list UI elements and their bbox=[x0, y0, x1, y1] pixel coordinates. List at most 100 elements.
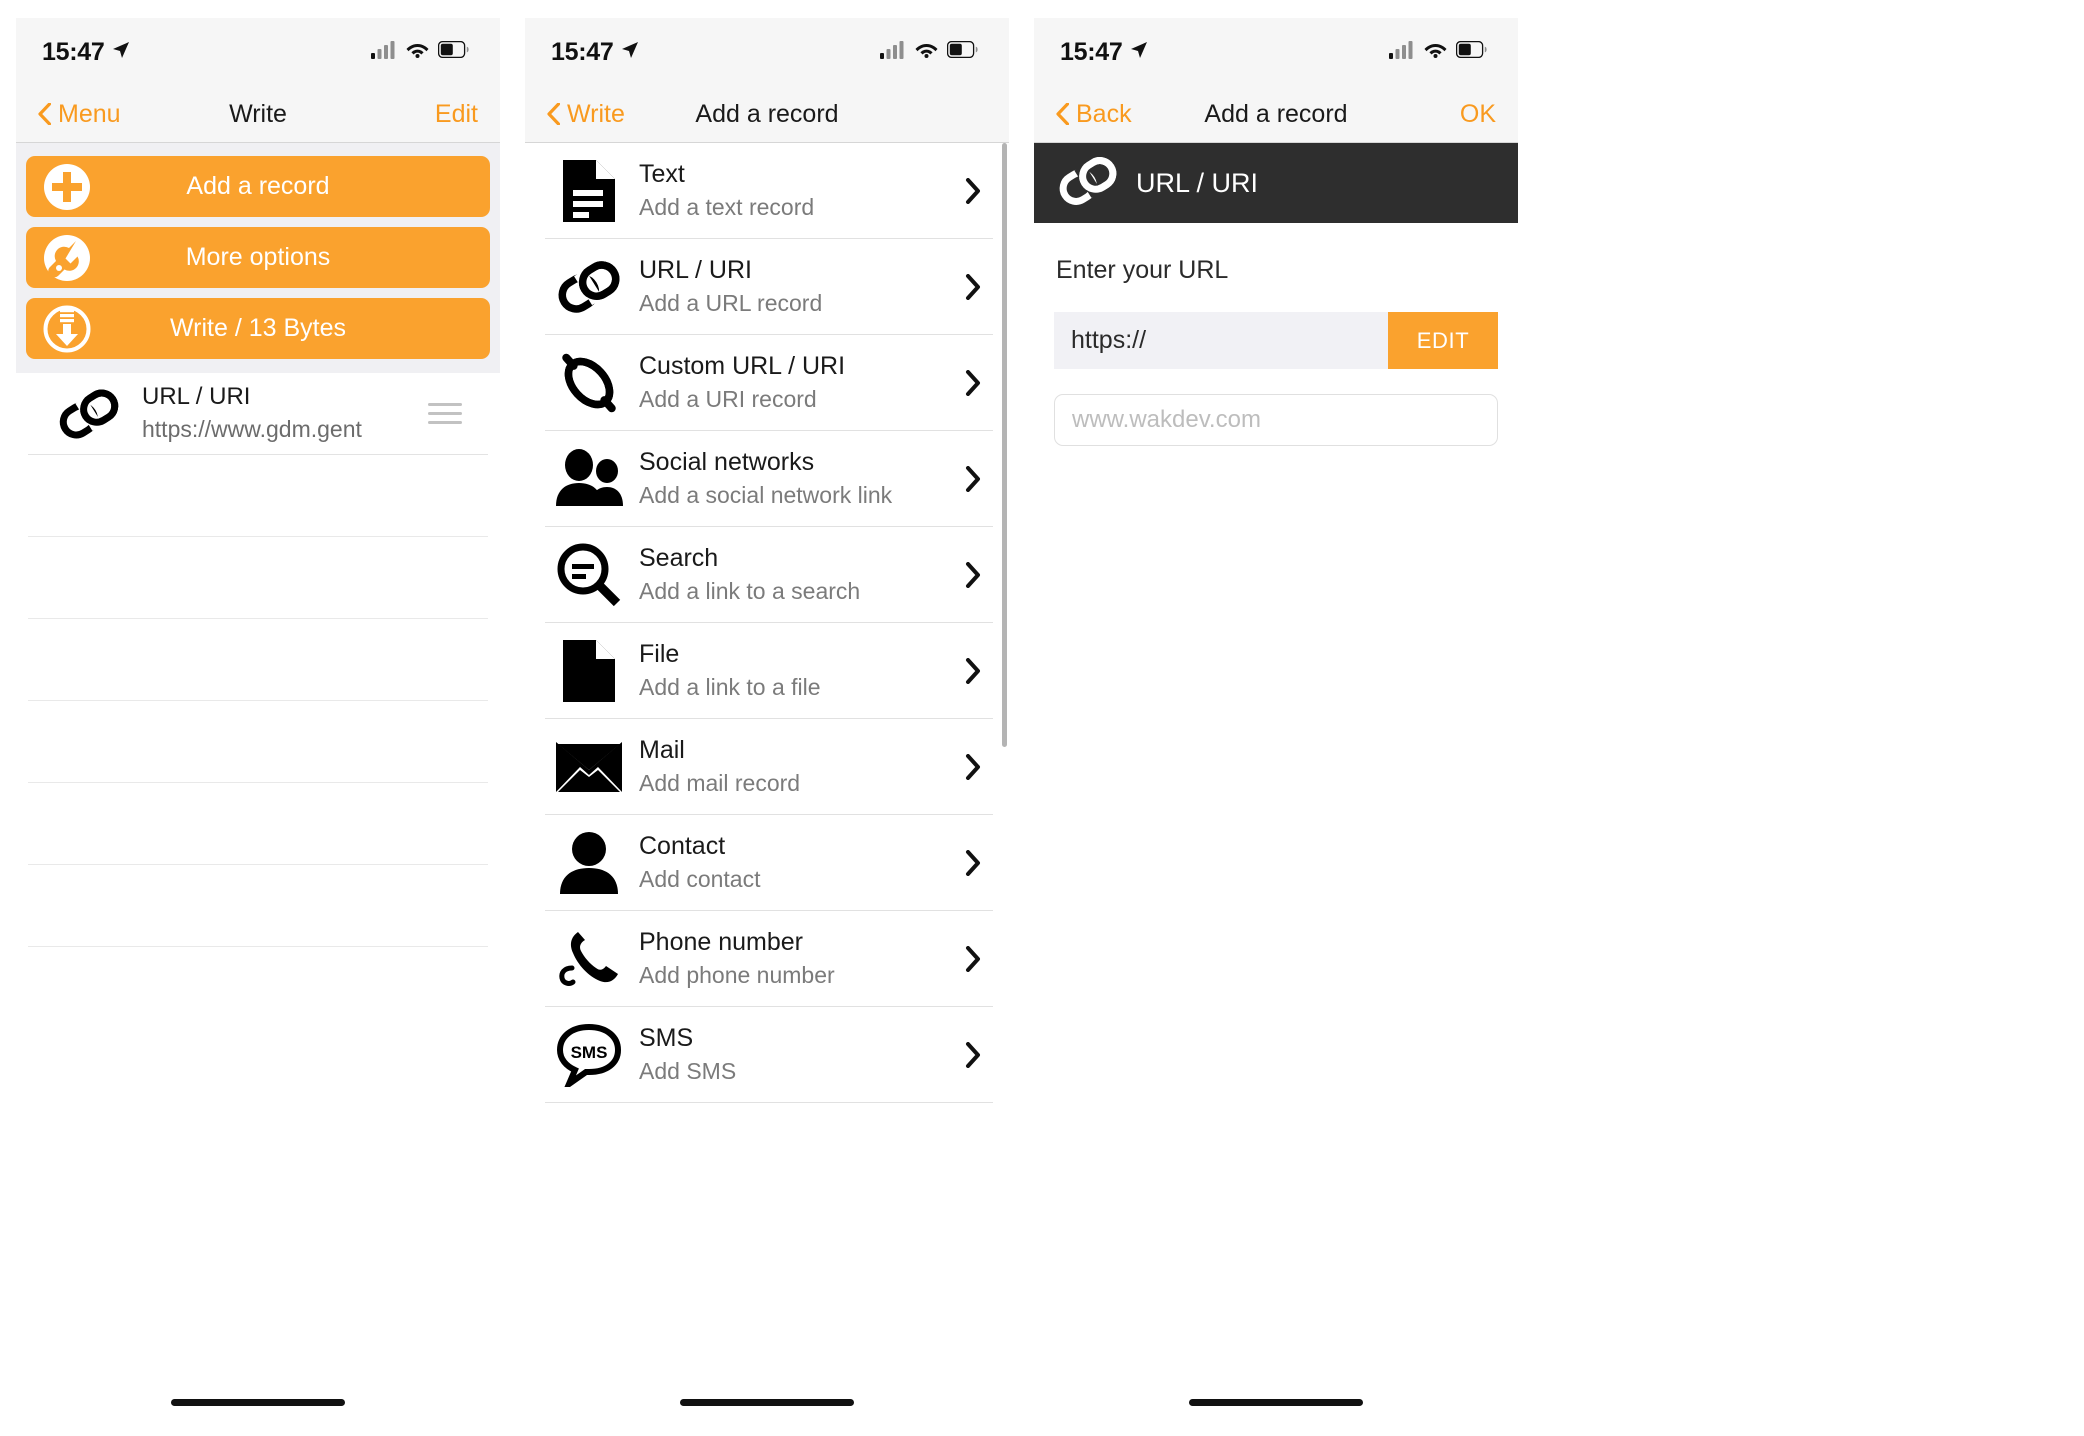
url-prefix-row: https:// EDIT bbox=[1054, 312, 1498, 369]
plus-circle-icon bbox=[38, 162, 96, 212]
list-item-texts: File Add a link to a file bbox=[633, 638, 953, 704]
status-right bbox=[1389, 40, 1488, 64]
nav-back-write-button[interactable]: Write bbox=[547, 100, 625, 129]
chevron-right-icon bbox=[953, 369, 993, 396]
phone-screen-write: 15:47 Menu Write Edit Add a record More … bbox=[16, 18, 500, 1418]
list-item-subtitle: Add a URI record bbox=[639, 385, 817, 412]
list-item-phone-number[interactable]: Phone number Add phone number bbox=[545, 911, 993, 1007]
search-icon bbox=[545, 542, 633, 608]
form-label-enter-url: Enter your URL bbox=[1056, 256, 1229, 284]
svg-text:SMS: SMS bbox=[571, 1043, 608, 1062]
list-item-texts: Text Add a text record bbox=[633, 158, 953, 224]
battery-icon bbox=[437, 40, 470, 63]
list-item-title: Phone number bbox=[639, 927, 804, 956]
list-item-title: Custom URL / URI bbox=[639, 351, 846, 380]
status-time: 15:47 bbox=[42, 37, 105, 66]
list-item-social-networks[interactable]: Social networks Add a social network lin… bbox=[545, 431, 993, 527]
document-icon bbox=[545, 158, 633, 224]
list-item-subtitle: Add a link to a search bbox=[639, 577, 861, 604]
chevron-right-icon bbox=[953, 273, 993, 300]
ok-button[interactable]: OK bbox=[1460, 100, 1496, 129]
people-icon bbox=[545, 448, 633, 510]
link-icon bbox=[1058, 153, 1118, 214]
empty-row bbox=[28, 619, 488, 701]
file-icon bbox=[545, 638, 633, 704]
nav-bar-write: Menu Write Edit bbox=[16, 86, 500, 143]
list-item-texts: Contact Add contact bbox=[633, 830, 953, 896]
status-left: 15:47 bbox=[551, 38, 640, 67]
add-a-record-button[interactable]: Add a record bbox=[26, 156, 490, 217]
chevron-right-icon bbox=[953, 657, 993, 684]
screenshot-stage: 15:47 Menu Write Edit Add a record More … bbox=[0, 0, 2084, 1436]
nav-back-button[interactable]: Back bbox=[1056, 100, 1132, 129]
list-item-search[interactable]: Search Add a link to a search bbox=[545, 527, 993, 623]
status-left: 15:47 bbox=[1060, 38, 1149, 67]
chevron-left-icon bbox=[547, 102, 561, 126]
reorder-handle-icon[interactable] bbox=[428, 403, 462, 424]
list-item-file[interactable]: File Add a link to a file bbox=[545, 623, 993, 719]
edit-button[interactable]: Edit bbox=[435, 100, 478, 129]
list-item-title: Search bbox=[639, 543, 719, 572]
empty-row bbox=[28, 537, 488, 619]
wifi-icon bbox=[1424, 41, 1447, 63]
list-item-contact[interactable]: Contact Add contact bbox=[545, 815, 993, 911]
chevron-left-icon bbox=[38, 102, 52, 126]
list-item-subtitle: Add a social network link bbox=[639, 481, 893, 508]
status-time: 15:47 bbox=[551, 37, 614, 66]
url-prefix-value[interactable]: https:// bbox=[1054, 312, 1388, 369]
list-item-mail[interactable]: Mail Add mail record bbox=[545, 719, 993, 815]
list-item-custom-url-uri[interactable]: Custom URL / URI Add a URI record bbox=[545, 335, 993, 431]
record-type-banner: URL / URI bbox=[1034, 143, 1518, 223]
list-item-subtitle: Add a text record bbox=[639, 193, 815, 220]
record-row-url[interactable]: URL / URI https://www.gdm.gent bbox=[28, 373, 488, 455]
location-arrow-icon bbox=[1129, 40, 1149, 65]
home-indicator bbox=[680, 1399, 854, 1406]
empty-row bbox=[28, 455, 488, 537]
location-arrow-icon bbox=[111, 40, 131, 65]
write-bytes-button[interactable]: Write / 13 Bytes bbox=[26, 298, 490, 359]
list-item-title: Mail bbox=[639, 735, 685, 764]
list-item-texts: Custom URL / URI Add a URI record bbox=[633, 350, 953, 416]
home-indicator bbox=[1189, 1399, 1363, 1406]
list-item-title: SMS bbox=[639, 1023, 694, 1052]
nav-back-label: Menu bbox=[58, 99, 121, 128]
status-bar: 15:47 bbox=[1034, 18, 1518, 86]
list-item-title: URL / URI bbox=[639, 255, 752, 284]
wifi-icon bbox=[406, 41, 429, 63]
empty-row bbox=[28, 701, 488, 783]
record-texts: URL / URI https://www.gdm.gent bbox=[134, 381, 428, 447]
more-options-button[interactable]: More options bbox=[26, 227, 490, 288]
home-indicator bbox=[171, 1399, 345, 1406]
status-bar: 15:47 bbox=[16, 18, 500, 86]
url-input-wrapper[interactable] bbox=[1054, 394, 1498, 446]
status-right bbox=[880, 40, 979, 64]
nav-back-menu-button[interactable]: Menu bbox=[38, 100, 121, 129]
cellular-bars-icon bbox=[371, 40, 397, 64]
list-item-url-uri[interactable]: URL / URI Add a URL record bbox=[545, 239, 993, 335]
phone-icon bbox=[545, 926, 633, 992]
location-arrow-icon bbox=[620, 40, 640, 65]
phone-screen-url-form: 15:47 Back Add a record OK URL / URI Ent… bbox=[1034, 18, 1518, 1418]
nav-back-label: Write bbox=[567, 99, 625, 128]
cellular-bars-icon bbox=[880, 40, 906, 64]
chevron-right-icon bbox=[953, 561, 993, 588]
chevron-right-icon bbox=[953, 177, 993, 204]
wifi-icon bbox=[915, 41, 938, 63]
custom-link-icon bbox=[545, 351, 633, 415]
edit-prefix-button[interactable]: EDIT bbox=[1388, 312, 1498, 369]
status-left: 15:47 bbox=[42, 38, 131, 67]
url-input[interactable] bbox=[1072, 406, 1497, 434]
list-item-text[interactable]: Text Add a text record bbox=[545, 143, 993, 239]
list-item-sms[interactable]: SMS SMS Add SMS bbox=[545, 1007, 993, 1103]
chevron-right-icon bbox=[953, 1041, 993, 1068]
record-type-label: URL / URI bbox=[1136, 167, 1259, 198]
chevron-right-icon bbox=[953, 849, 993, 876]
record-type-list: Text Add a text record URL / URI Add a U… bbox=[525, 143, 1009, 1371]
list-item-texts: SMS Add SMS bbox=[633, 1022, 953, 1088]
list-item-subtitle: Add contact bbox=[639, 865, 761, 892]
status-time: 15:47 bbox=[1060, 37, 1123, 66]
status-right bbox=[371, 40, 470, 64]
vertical-scrollbar[interactable] bbox=[1002, 143, 1007, 747]
list-item-title: Social networks bbox=[639, 447, 815, 476]
chevron-right-icon bbox=[953, 753, 993, 780]
